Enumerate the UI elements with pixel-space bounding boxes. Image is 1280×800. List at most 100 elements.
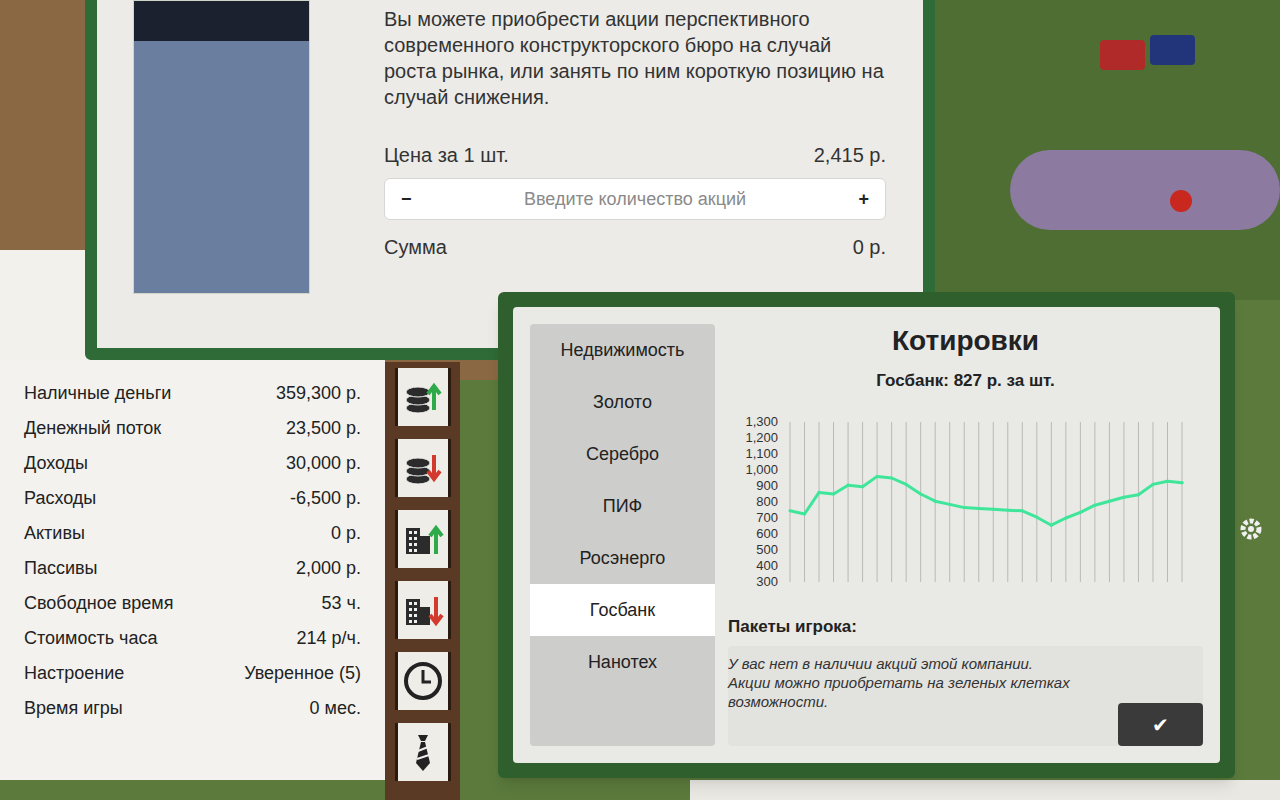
paper-bottom — [690, 780, 1280, 800]
car-red — [1100, 40, 1145, 70]
sell-property-icon — [400, 587, 446, 633]
price-value: 2,415 р. — [814, 142, 886, 168]
ok-button[interactable]: ✔ — [1118, 703, 1203, 746]
chart-segment — [819, 492, 834, 494]
asset-tab[interactable]: Росэнерго — [530, 532, 715, 584]
sum-row: Сумма0 р. — [384, 234, 886, 260]
stat-value: 0 мес. — [310, 695, 361, 722]
chart-segment — [1051, 518, 1066, 525]
y-tick: 900 — [756, 478, 778, 494]
gear-icon — [1236, 514, 1266, 544]
stat-label: Время игры — [24, 695, 123, 722]
stat-label: Доходы — [24, 450, 88, 477]
chart-segment — [1124, 495, 1139, 497]
chart-segment — [848, 485, 863, 487]
chart-segment — [1008, 509, 1023, 512]
y-tick: 1,000 — [745, 462, 778, 478]
asset-list: НедвижимостьЗолотоСереброПИФРосэнергоГос… — [530, 324, 715, 746]
chart-segment — [805, 492, 820, 514]
offer-description: Вы можете приобрести акции перспективног… — [384, 6, 886, 110]
stat-row: Денежный поток23,500 р. — [24, 411, 361, 446]
y-tick: 1,100 — [745, 446, 778, 462]
y-tick: 400 — [756, 558, 778, 574]
board-track — [1010, 150, 1280, 230]
sum-value: 0 р. — [853, 234, 886, 260]
apple-token[interactable] — [1170, 190, 1192, 212]
stats-panel: Наличные деньги359,300 р.Денежный поток2… — [0, 360, 385, 780]
stat-value: 359,300 р. — [276, 380, 361, 407]
stat-row: Доходы30,000 р. — [24, 446, 361, 481]
y-tick: 800 — [756, 494, 778, 510]
asset-tab[interactable]: Госбанк — [530, 584, 715, 636]
chart-segment — [892, 478, 907, 484]
minus-button[interactable]: − — [401, 186, 417, 213]
chart-segment — [877, 476, 892, 478]
toolbar-button[interactable] — [395, 652, 451, 710]
toolbar-button[interactable] — [395, 510, 451, 568]
stat-row: Время игры 0 мес. — [24, 691, 361, 726]
y-tick: 700 — [756, 510, 778, 526]
price-label: Цена за 1 шт. — [384, 142, 509, 168]
sell-stock-icon — [400, 445, 446, 491]
holdings-box: У вас нет в наличии акций этой компании.… — [728, 646, 1203, 746]
plus-button[interactable]: + — [853, 186, 869, 213]
quantity-field: −+ — [384, 178, 886, 220]
chart-segment — [1037, 517, 1052, 525]
chart-segment — [906, 484, 921, 494]
quantity-input[interactable] — [417, 186, 853, 213]
stat-label: Активы — [24, 520, 85, 547]
chart-segment — [1153, 481, 1168, 484]
stat-value: Уверенное (5) — [244, 660, 361, 687]
chart-segment — [1109, 497, 1124, 501]
stat-value: 214 р/ч. — [297, 625, 361, 652]
quotes-window: НедвижимостьЗолотоСереброПИФРосэнергоГос… — [498, 292, 1235, 778]
asset-tab[interactable]: Золото — [530, 376, 715, 428]
toolbar-button[interactable] — [395, 439, 451, 497]
toolbar-button[interactable] — [395, 368, 451, 426]
stat-row: Наличные деньги359,300 р. — [24, 376, 361, 411]
asset-tab[interactable]: ПИФ — [530, 480, 715, 532]
stat-value: -6,500 р. — [290, 485, 361, 512]
y-tick: 1,300 — [745, 414, 778, 430]
asset-tab[interactable]: Серебро — [530, 428, 715, 480]
asset-tab[interactable]: Нанотех — [530, 636, 715, 688]
chart-segment — [790, 511, 805, 514]
stat-row: Настроение Уверенное (5) — [24, 656, 361, 691]
stat-row: Стоимость часа214 р/ч. — [24, 621, 361, 656]
clock-icon — [400, 658, 446, 704]
chart-segment — [921, 494, 936, 501]
quotes-subtitle: Госбанк: 827 р. за шт. — [728, 370, 1203, 392]
chart-segment — [863, 476, 878, 486]
y-tick: 600 — [756, 526, 778, 542]
stat-label: Расходы — [24, 485, 96, 512]
quotes-title: Котировки — [728, 324, 1203, 358]
chart-segment — [950, 504, 965, 507]
chart-segment — [1080, 505, 1095, 512]
y-tick: 500 — [756, 542, 778, 558]
price-chart: 1,3001,2001,1001,00090080070060050040030… — [728, 414, 1203, 590]
chart-segment — [1138, 484, 1153, 494]
holdings-label: Пакеты игрока: — [728, 616, 1203, 638]
settings-button[interactable] — [1236, 514, 1266, 544]
holdings-note: У вас нет в наличии акций этой компании.… — [728, 654, 1073, 711]
stat-label: Денежный поток — [24, 415, 161, 442]
chart-segment — [935, 501, 950, 504]
quotes-body: НедвижимостьЗолотоСереброПИФРосэнергоГос… — [513, 307, 1220, 763]
illustration-people — [134, 41, 309, 293]
stat-value: 2,000 р. — [296, 555, 361, 582]
stat-label: Пассивы — [24, 555, 98, 582]
stat-label: Настроение — [24, 660, 124, 687]
asset-tab[interactable]: Недвижимость — [530, 324, 715, 376]
chart-segment — [1022, 511, 1037, 517]
toolbar-button[interactable] — [395, 581, 451, 639]
stat-label: Свободное время — [24, 590, 173, 617]
buy-property-icon — [400, 516, 446, 562]
price-row: Цена за 1 шт. 2,415 р. — [384, 142, 886, 168]
toolbar-button[interactable] — [395, 723, 451, 781]
stat-value: 0 р. — [331, 520, 361, 547]
chart-segment — [964, 506, 979, 510]
quotes-detail: Котировки Госбанк: 827 р. за шт. 1,3001,20… — [715, 324, 1203, 746]
stat-row: Расходы -6,500 р. — [24, 481, 361, 516]
illustration-board — [134, 1, 309, 41]
stat-row: Активы 0 р. — [24, 516, 361, 551]
